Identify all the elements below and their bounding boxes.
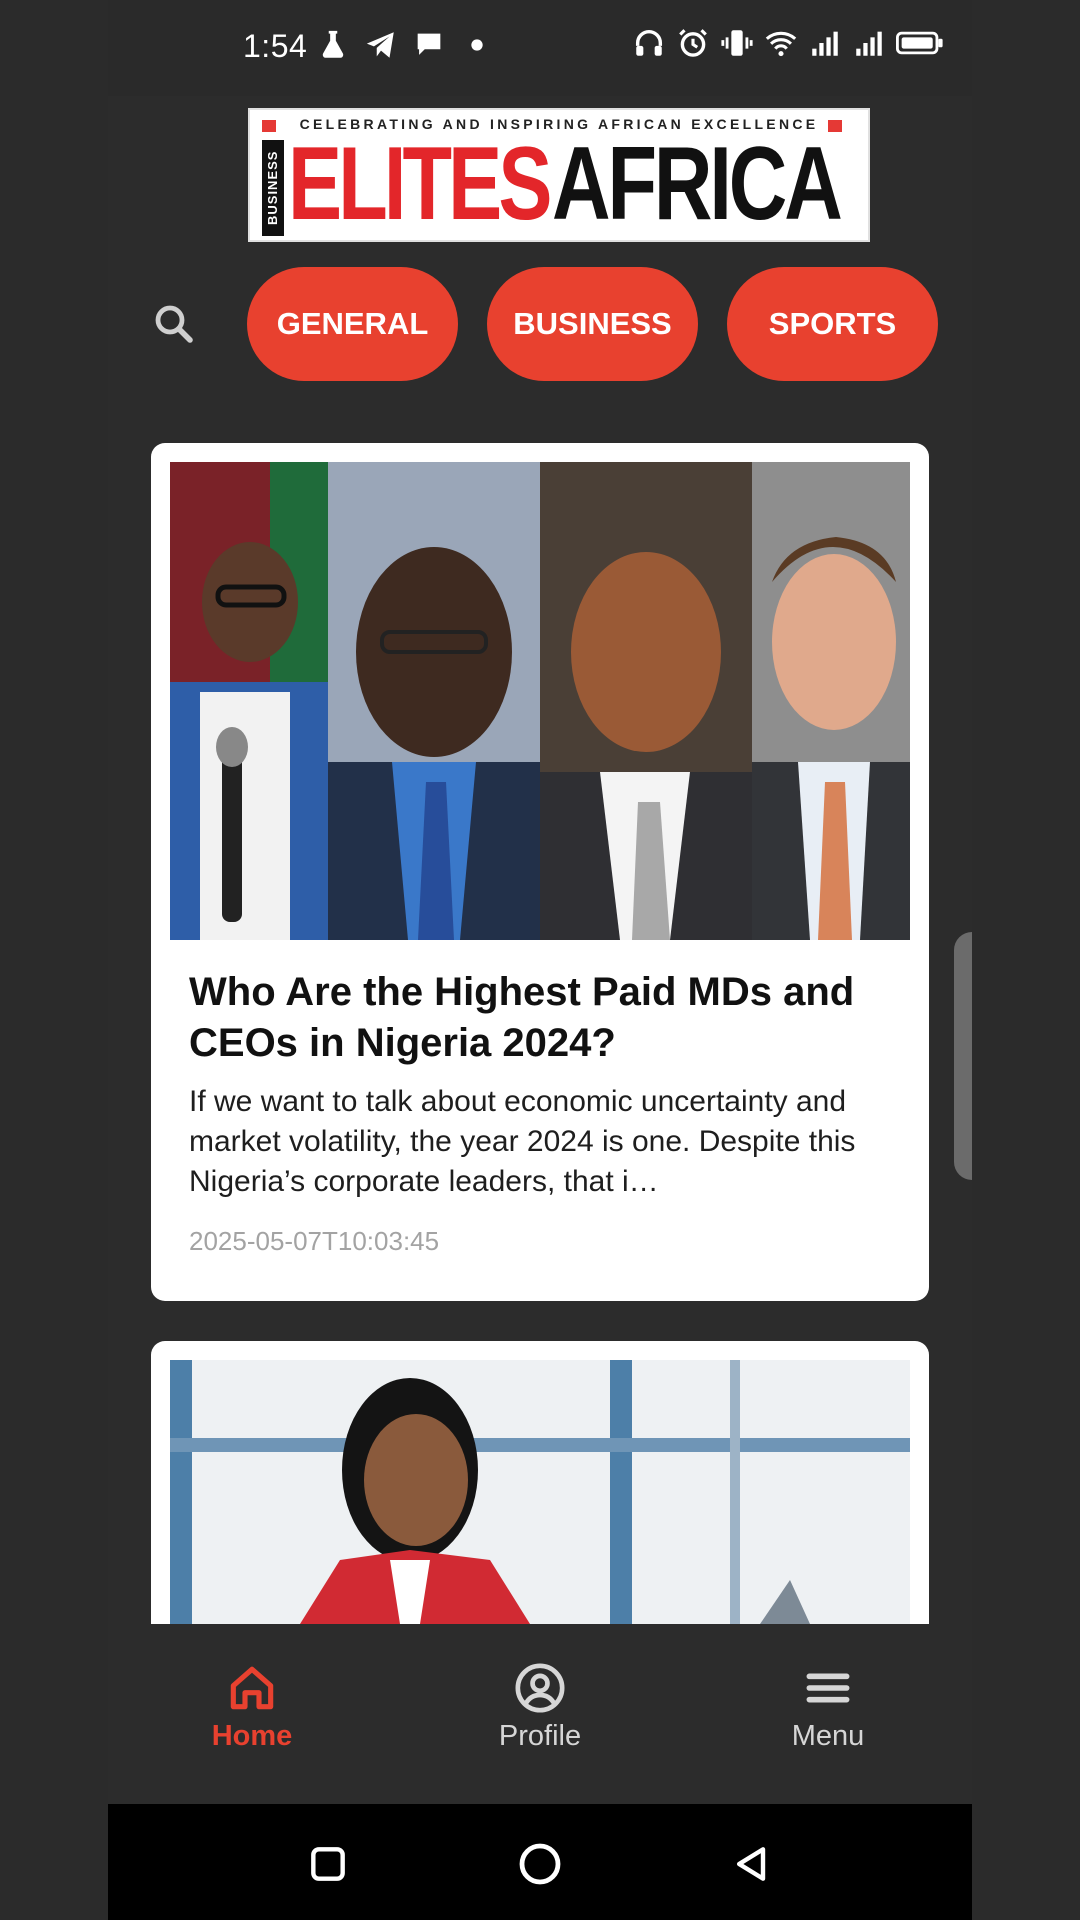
article-date: 2025-05-07T10:03:45: [189, 1226, 440, 1256]
logo-elites: ELITES: [288, 126, 552, 242]
alarm-icon: [679, 29, 707, 57]
status-time: 1:54: [243, 28, 308, 64]
circle-icon: [519, 1843, 561, 1885]
vibrate-icon: [721, 30, 753, 56]
home-system-button[interactable]: [516, 1840, 564, 1888]
back-triangle-icon: [736, 1847, 766, 1881]
system-navigation-bar: [108, 1804, 972, 1920]
article-photo-collage: [170, 462, 910, 940]
category-sports-button[interactable]: SPORTS: [727, 267, 938, 381]
article-photo: [170, 1360, 910, 1624]
search-button[interactable]: [146, 296, 202, 352]
logo-africa: AFRICA: [552, 126, 843, 242]
telegram-icon: [366, 32, 394, 58]
menu-icon: [806, 1673, 850, 1703]
logo-business: BUSINESS: [262, 140, 284, 236]
nav-menu-label: Menu: [791, 1720, 865, 1752]
app-screen: 1:54 CELEBRATING AND INSPIRING AFRICAN E…: [108, 0, 972, 1920]
wifi-icon: [765, 31, 797, 57]
headphones-icon: [635, 30, 663, 56]
article-image: [170, 462, 910, 940]
nav-profile[interactable]: Profile: [440, 1660, 640, 1770]
article-title[interactable]: Who Are the Highest Paid MDs and CEOs in…: [189, 967, 899, 1069]
category-general-button[interactable]: GENERAL: [247, 267, 458, 381]
bottom-navigation: Home Profile Menu: [108, 1624, 972, 1804]
chat-bubble-icon: [417, 33, 441, 55]
status-system-icons: [632, 26, 944, 60]
nav-menu[interactable]: Menu: [728, 1660, 928, 1770]
scrollbar-handle[interactable]: [954, 932, 972, 1180]
status-notification-icons: [316, 28, 494, 62]
back-button[interactable]: [728, 1840, 776, 1888]
nav-home-label: Home: [211, 1720, 293, 1752]
article-card[interactable]: Who Are the Highest Paid MDs and CEOs in…: [151, 443, 929, 1301]
article-excerpt: If we want to talk about economic uncert…: [189, 1085, 856, 1198]
signal-icon: [856, 31, 882, 56]
profile-icon: [515, 1663, 565, 1713]
article-image: [170, 1360, 910, 1624]
status-bar: 1:54: [108, 0, 972, 96]
signal-icon: [812, 31, 838, 56]
dot-icon: [471, 39, 483, 51]
square-icon: [311, 1847, 345, 1881]
nav-home[interactable]: Home: [152, 1660, 352, 1770]
article-card[interactable]: [151, 1341, 929, 1624]
brand-logo: CELEBRATING AND INSPIRING AFRICAN EXCELL…: [248, 108, 870, 242]
category-business-button[interactable]: BUSINESS: [487, 267, 698, 381]
home-icon: [230, 1666, 274, 1710]
nav-profile-label: Profile: [498, 1720, 582, 1752]
flask-icon: [322, 30, 344, 58]
recents-button[interactable]: [304, 1840, 352, 1888]
search-icon: [155, 305, 193, 343]
battery-icon: [896, 31, 943, 55]
